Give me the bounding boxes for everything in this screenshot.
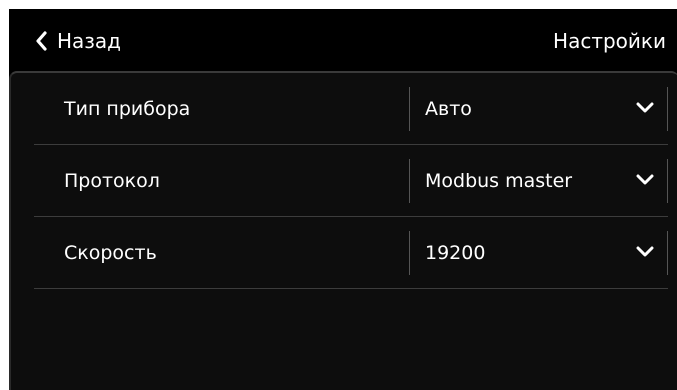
speed-dropdown[interactable]: 19200	[409, 231, 668, 275]
chevron-left-icon	[35, 31, 47, 51]
back-label: Назад	[57, 29, 122, 53]
setting-label-protocol: Протокол	[64, 170, 160, 192]
chevron-down-icon	[636, 101, 654, 115]
dropdown-divider	[667, 87, 668, 131]
dropdown-divider	[667, 159, 668, 203]
header-bar: Назад Настройки	[9, 9, 677, 71]
setting-label-speed: Скорость	[64, 242, 157, 264]
setting-label-device-type: Тип прибора	[64, 98, 191, 120]
protocol-dropdown[interactable]: Modbus master	[409, 159, 668, 203]
dropdown-divider	[409, 159, 410, 203]
settings-screen: Назад Настройки Тип прибора Авто Протоко…	[9, 9, 677, 390]
setting-row-protocol: Протокол Modbus master	[34, 145, 668, 217]
dropdown-divider	[667, 231, 668, 275]
device-type-value: Авто	[425, 98, 472, 120]
device-type-dropdown[interactable]: Авто	[409, 87, 668, 131]
setting-row-speed: Скорость 19200	[34, 217, 668, 289]
back-button[interactable]: Назад	[35, 27, 121, 55]
settings-panel: Тип прибора Авто Протокол Modbus master	[9, 71, 677, 390]
protocol-value: Modbus master	[425, 170, 573, 192]
setting-row-device-type: Тип прибора Авто	[34, 73, 668, 145]
chevron-down-icon	[636, 173, 654, 187]
dropdown-divider	[409, 87, 410, 131]
speed-value: 19200	[425, 242, 486, 264]
chevron-down-icon	[636, 245, 654, 259]
page-title: Настройки	[553, 29, 666, 53]
dropdown-divider	[409, 231, 410, 275]
